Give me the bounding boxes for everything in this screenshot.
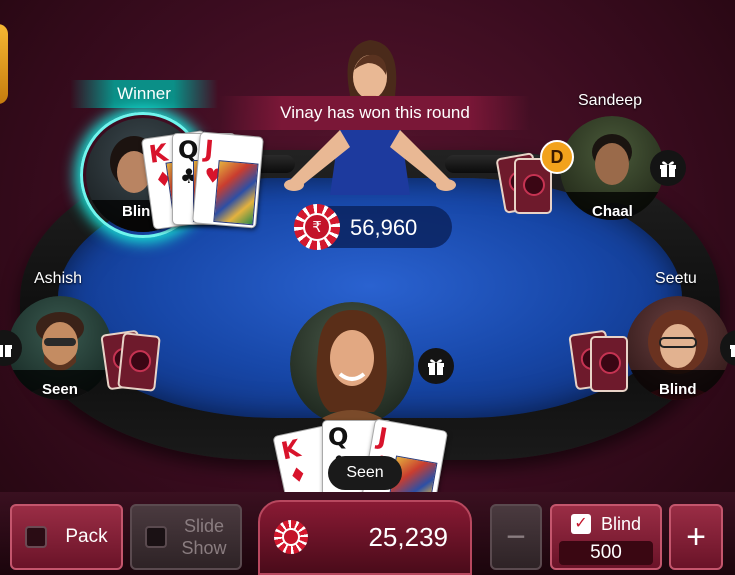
self-seen-status: Seen <box>328 456 402 490</box>
chip-icon: ₹ <box>294 204 340 250</box>
player-status-top-left: Blin <box>122 203 151 220</box>
gift-icon <box>730 345 735 357</box>
facedown-card-left-2 <box>117 332 161 392</box>
rupee-symbol: ₹ <box>303 213 331 241</box>
gift-icon <box>0 345 12 357</box>
player-status-top-right: Chaal <box>592 203 633 220</box>
chip-icon <box>274 520 308 554</box>
player-status-right: Blind <box>659 381 697 398</box>
pack-checkbox[interactable] <box>25 526 48 548</box>
card-rank: K <box>278 434 303 466</box>
card-face-art <box>213 160 259 226</box>
blind-label: Blind <box>600 513 642 534</box>
winner-tag: Winner <box>70 80 218 108</box>
slide-show-label: Slide Show <box>181 516 227 558</box>
gift-button-top-right[interactable] <box>650 150 686 186</box>
balance-display: 25,239 <box>258 500 472 575</box>
pack-button[interactable]: Pack <box>10 504 123 570</box>
player-name-top-right: Sandeep <box>578 92 643 109</box>
facedown-card-right-2 <box>590 336 628 392</box>
pack-label: Pack <box>65 526 108 547</box>
player-name-right: Seetu <box>655 270 697 287</box>
pot-display: ₹ 56,960 <box>294 204 452 250</box>
player-face-self <box>310 310 394 426</box>
player-status-left: Seen <box>42 381 78 398</box>
decrease-bet-button[interactable]: − <box>490 504 542 570</box>
blind-amount: 500 <box>559 541 653 565</box>
pot-amount: 56,960 <box>350 215 418 240</box>
gift-button-self[interactable] <box>418 348 454 384</box>
player-name-left: Ashish <box>34 270 83 287</box>
card-suit: ♦ <box>286 461 310 489</box>
slide-show-button[interactable]: Slide Show <box>130 504 242 570</box>
blind-checkbox[interactable]: ✓ <box>570 514 591 534</box>
blind-button[interactable]: ✓ Blind 500 <box>550 504 662 570</box>
card-rank: J <box>375 422 390 452</box>
player-avatar-self[interactable] <box>290 302 414 426</box>
increase-bet-button[interactable]: + <box>669 504 723 570</box>
balance-amount: 25,239 <box>368 522 448 552</box>
coin-edge-decoration <box>0 24 8 104</box>
gift-icon <box>660 161 676 177</box>
card-rank: J <box>203 134 215 164</box>
card-rank: Q <box>328 423 349 451</box>
round-result-banner: Vinay has won this round <box>220 96 530 130</box>
gift-icon <box>428 359 444 375</box>
dealer-badge: D <box>540 140 574 174</box>
slide-show-checkbox[interactable] <box>145 526 168 548</box>
winner-card-3: J ♥ <box>192 131 264 229</box>
